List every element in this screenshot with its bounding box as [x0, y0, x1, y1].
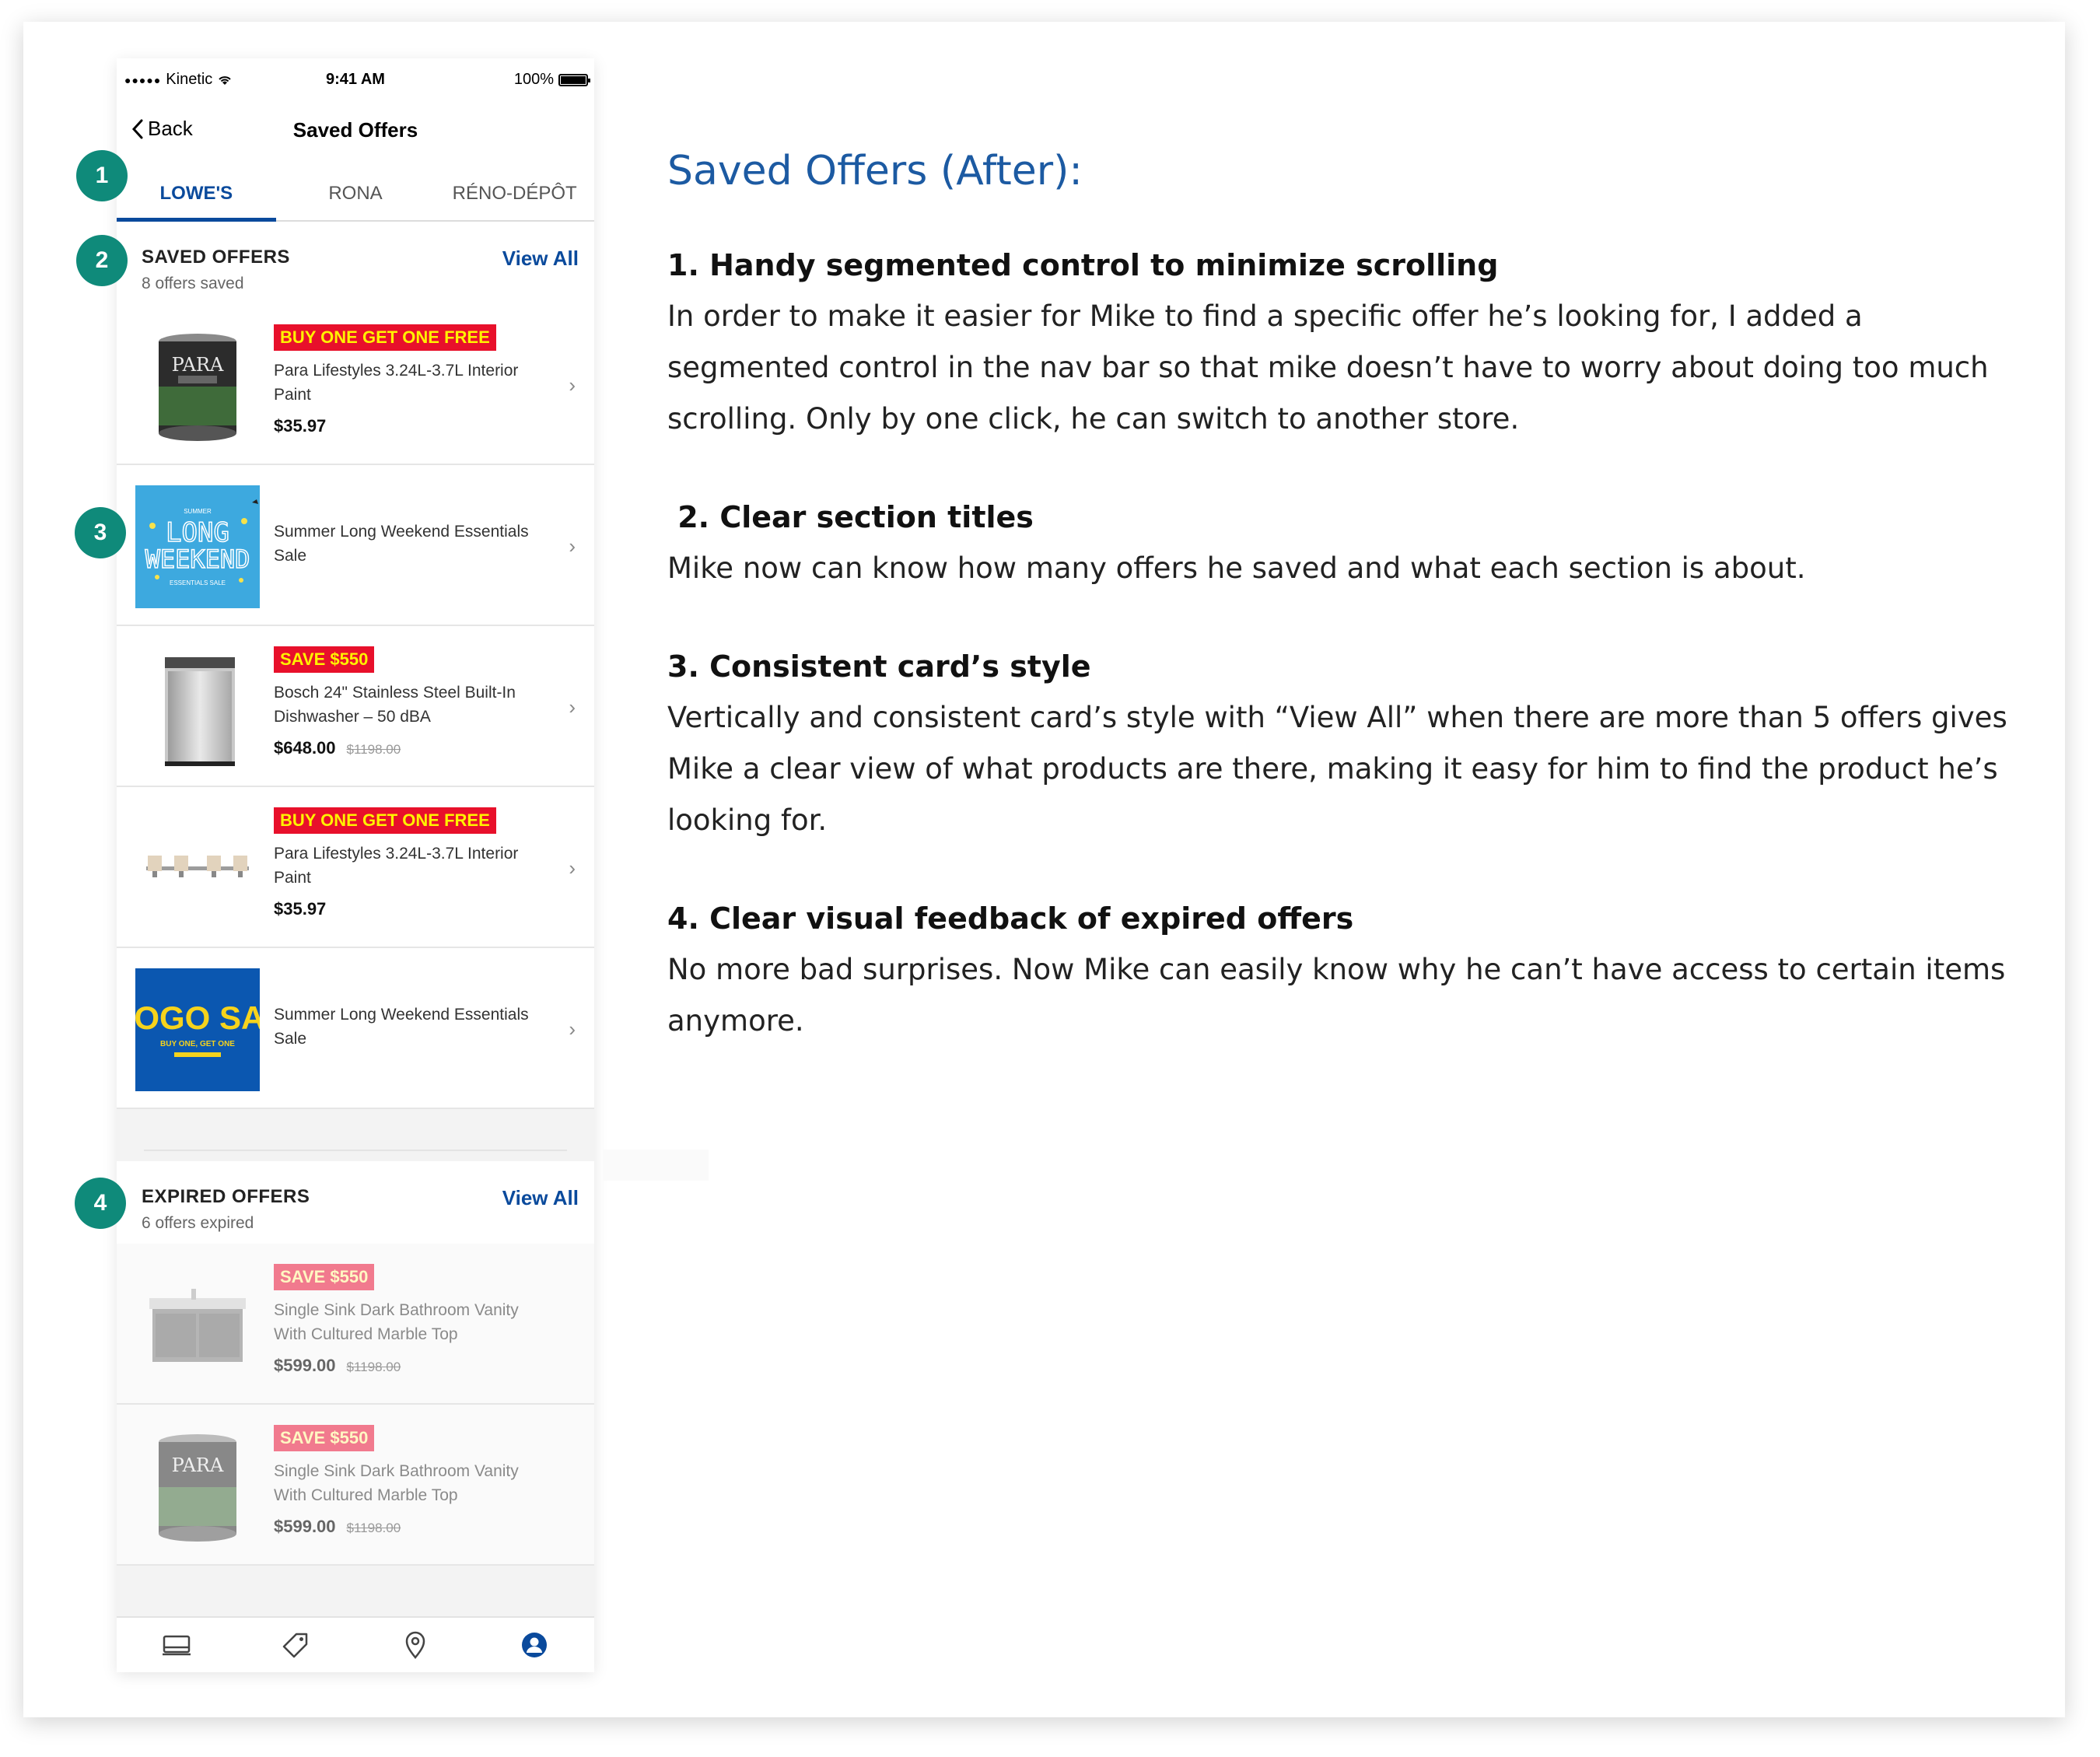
- note-point: 3. Consistent card’s style Vertically an…: [667, 641, 2021, 846]
- offer-name: Bosch 24" Stainless Steel Built-In Dishw…: [274, 684, 516, 726]
- svg-text:LONG: LONG: [166, 517, 229, 548]
- offer-name: Summer Long Weekend Essentials Sale: [274, 523, 529, 565]
- segment-rona[interactable]: RONA: [276, 159, 436, 220]
- offer-old-price: $1198.00: [346, 1521, 401, 1535]
- callout-2: 2: [76, 235, 128, 286]
- offer-badge: SAVE $550: [274, 646, 375, 673]
- list-bottom-gap: [117, 1566, 594, 1616]
- tab-offers[interactable]: [236, 1618, 356, 1672]
- nav-bar: Back Saved Offers: [117, 105, 594, 159]
- offer-name: Summer Long Weekend Essentials Sale: [274, 1006, 529, 1048]
- chevron-right-icon: ›: [569, 534, 576, 558]
- bathroom-vanity-image: [149, 1289, 246, 1362]
- bogo-sale-banner-image: BOGO SAL BUY ONE, GET ONE: [135, 968, 260, 1091]
- tag-icon: [283, 1633, 308, 1658]
- note-title: 4. Clear visual feedback of expired offe…: [667, 901, 1354, 936]
- note-point: 4. Clear visual feedback of expired offe…: [667, 893, 2021, 1047]
- note-body: Vertically and consistent card’s style w…: [667, 701, 2007, 837]
- offer-badge: BUY ONE GET ONE FREE: [274, 807, 496, 834]
- offer-card[interactable]: PARA BUY ONE GET ONE FREE Para Lifestyle…: [117, 304, 594, 465]
- svg-text:ESSENTIALS SALE: ESSENTIALS SALE: [170, 579, 226, 586]
- section-title: EXPIRED OFFERS: [142, 1186, 310, 1207]
- callout-4: 4: [75, 1178, 126, 1229]
- view-all-expired-link[interactable]: View All: [502, 1186, 579, 1210]
- tab-locations[interactable]: [355, 1618, 475, 1672]
- svg-text:SUMMER: SUMMER: [184, 508, 212, 515]
- svg-text:PARA: PARA: [172, 354, 224, 376]
- segment-lowes[interactable]: LOWE'S: [117, 159, 276, 222]
- note-title: 3. Consistent card’s style: [667, 649, 1091, 684]
- battery-icon: [558, 73, 590, 86]
- offer-price: $599.00: [274, 1356, 336, 1375]
- offer-card[interactable]: SAVE $550 Bosch 24" Stainless Steel Buil…: [117, 626, 594, 787]
- store-segmented-control: LOWE'S RONA RÉNO-DÉPÔT: [117, 159, 594, 222]
- offer-name: Single Sink Dark Bathroom Vanity With Cu…: [274, 1301, 519, 1343]
- expired-offer-card[interactable]: SAVE $550 Single Sink Dark Bathroom Vani…: [117, 1244, 594, 1405]
- battery-percent: 100%: [513, 71, 554, 88]
- note-point: 2. Clear section titles Mike now can kno…: [667, 492, 2021, 594]
- long-weekend-banner-image: SUMMER LONG WEEKEND ESSENTIALS SALE: [135, 485, 260, 608]
- dishwasher-image: [165, 657, 235, 766]
- offer-card[interactable]: BOGO SAL BUY ONE, GET ONE Summer Long We…: [117, 948, 594, 1109]
- expired-offers-header: EXPIRED OFFERS 6 offers expired View All: [117, 1177, 594, 1244]
- offer-card[interactable]: BUY ONE GET ONE FREE Para Lifestyles 3.2…: [117, 787, 594, 948]
- offer-old-price: $1198.00: [346, 742, 401, 757]
- paint-can-image: PARA: [159, 334, 236, 441]
- account-icon: [522, 1633, 548, 1657]
- saved-offers-header: SAVED OFFERS 8 offers saved View All: [117, 237, 594, 304]
- callout-3: 3: [75, 507, 126, 558]
- section-divider: [144, 1150, 567, 1151]
- offer-badge: BUY ONE GET ONE FREE: [274, 324, 496, 351]
- design-notes: Saved Offers (After): 1. Handy segmented…: [667, 148, 2021, 1094]
- chevron-right-icon: ›: [569, 373, 576, 397]
- note-body: No more bad surprises. Now Mike can easi…: [667, 953, 2006, 1038]
- location-pin-icon: [405, 1631, 425, 1659]
- chevron-right-icon: ›: [569, 1017, 576, 1041]
- offer-price: $35.97: [274, 899, 327, 919]
- offer-old-price: $1198.00: [346, 1360, 401, 1374]
- note-title: 1. Handy segmented control to minimize s…: [667, 248, 1499, 282]
- saved-offers-list: PARA BUY ONE GET ONE FREE Para Lifestyle…: [117, 304, 594, 1109]
- section-gap: [117, 1109, 594, 1161]
- faint-artifact: [603, 1150, 709, 1181]
- notes-heading: Saved Offers (After):: [667, 148, 1083, 194]
- offer-name: Para Lifestyles 3.24L-3.7L Interior Pain…: [274, 362, 519, 404]
- status-bar: ●●●●● Kinetic 9:41 AM 100%: [117, 58, 594, 105]
- tab-store[interactable]: [117, 1618, 236, 1672]
- offer-name: Para Lifestyles 3.24L-3.7L Interior Pain…: [274, 845, 519, 887]
- note-title: 2. Clear section titles: [667, 500, 1034, 534]
- store-icon: [162, 1635, 191, 1656]
- vanity-light-image: [146, 856, 249, 877]
- page-title: Saved Offers: [292, 118, 418, 142]
- chevron-right-icon: ›: [569, 856, 576, 880]
- offer-card[interactable]: SUMMER LONG WEEKEND ESSENTIALS SALE Summ…: [117, 465, 594, 626]
- note-point: 1. Handy segmented control to minimize s…: [667, 240, 2021, 445]
- offer-price: $648.00: [274, 738, 336, 758]
- callout-1: 1: [76, 150, 128, 201]
- tab-account[interactable]: [475, 1618, 595, 1672]
- paint-can-image: PARA: [159, 1434, 236, 1542]
- section-subtitle: 6 offers expired: [142, 1214, 254, 1232]
- offer-badge: SAVE $550: [274, 1264, 375, 1290]
- phone-screen: ●●●●● Kinetic 9:41 AM 100% Back Saved Of…: [117, 58, 594, 1672]
- svg-text:BUY ONE, GET ONE: BUY ONE, GET ONE: [160, 1040, 235, 1048]
- svg-text:WEEKEND: WEEKEND: [145, 544, 250, 574]
- view-all-saved-link[interactable]: View All: [502, 247, 579, 271]
- offer-price: $35.97: [274, 416, 327, 436]
- offer-price: $599.00: [274, 1517, 336, 1536]
- chevron-right-icon: ›: [569, 695, 576, 719]
- tab-bar: [117, 1616, 594, 1672]
- offer-badge: SAVE $550: [274, 1425, 375, 1451]
- note-body: In order to make it easier for Mike to f…: [667, 299, 1989, 436]
- segment-reno-depot[interactable]: RÉNO-DÉPÔT: [435, 159, 594, 220]
- offer-name: Single Sink Dark Bathroom Vanity With Cu…: [274, 1462, 519, 1504]
- expired-offer-card[interactable]: PARA SAVE $550 Single Sink Dark Bathroom…: [117, 1405, 594, 1566]
- note-body: Mike now can know how many offers he sav…: [667, 551, 1806, 585]
- expired-offers-list: SAVE $550 Single Sink Dark Bathroom Vani…: [117, 1244, 594, 1566]
- section-title: SAVED OFFERS: [142, 247, 290, 268]
- svg-text:BOGO SAL: BOGO SAL: [135, 999, 260, 1036]
- section-subtitle: 8 offers saved: [142, 275, 244, 292]
- svg-text:PARA: PARA: [172, 1454, 224, 1476]
